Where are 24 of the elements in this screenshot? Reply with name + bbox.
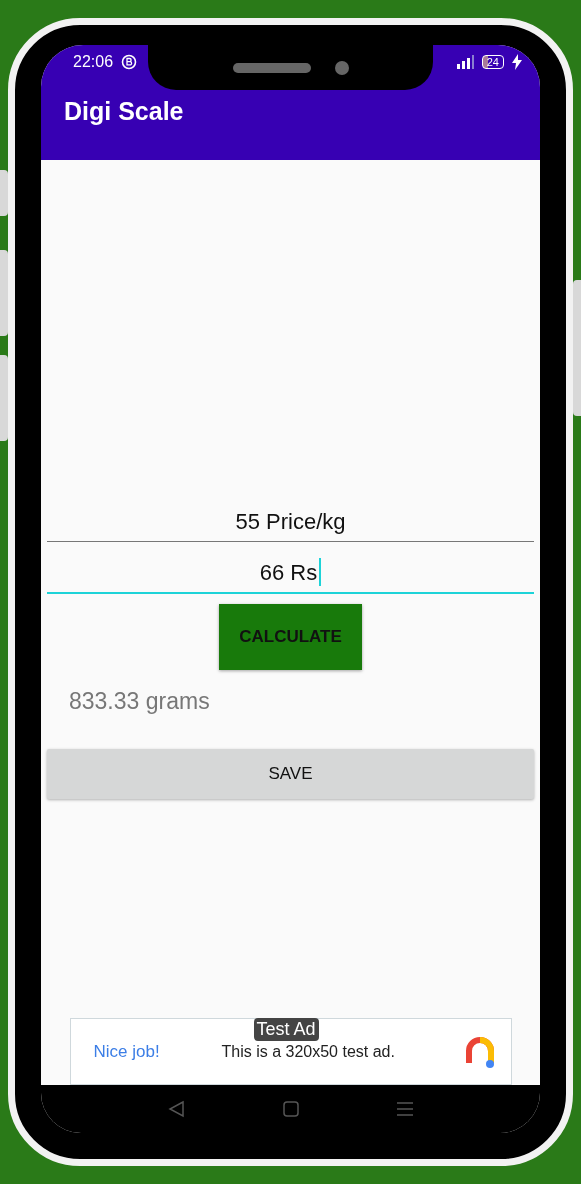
input-field[interactable]: 66 Rs [47,542,534,594]
notification-icon [121,54,138,70]
save-button[interactable]: SAVE [47,749,534,799]
side-button[interactable] [0,250,8,336]
camera-icon [334,60,349,75]
back-icon[interactable] [167,1100,186,1118]
ad-badge: Test Ad [253,1018,319,1041]
side-button[interactable] [573,280,581,416]
side-button[interactable] [0,355,8,441]
side-button[interactable] [0,170,8,216]
app-title: Digi Scale [64,97,185,126]
ad-headline: Nice job! [93,1041,161,1062]
charging-icon [512,54,522,70]
menu-icon[interactable] [395,1100,414,1118]
ad-banner[interactable]: Test Ad Nice job! This is a 320x50 test ad. [69,1018,512,1085]
ad-text: This is a 320x50 test ad. [221,1042,396,1061]
input-field[interactable]: 55 Price/kg [47,490,534,542]
status-time: 22:06 [73,53,114,71]
battery-level: 24 [481,55,504,69]
home-icon[interactable] [281,1100,300,1118]
signal-icon [455,55,474,69]
text-cursor [319,558,322,586]
result-text: 833.33 grams [69,688,211,715]
speaker-icon [232,62,311,73]
